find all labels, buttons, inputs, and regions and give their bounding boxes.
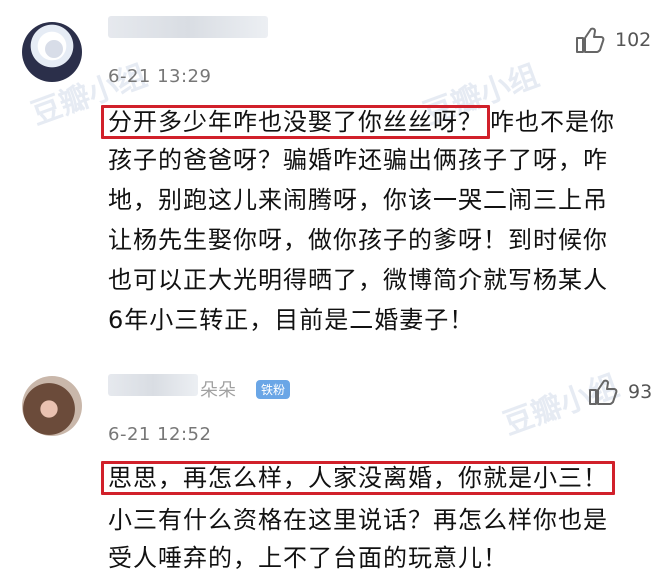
comment-time: 6-21 13:29 bbox=[108, 66, 212, 87]
comment-text-line: 小三有什么资格在这里说话？再怎么样你也是 bbox=[108, 506, 608, 534]
comment-item: 6-21 13:29 102 分开多少年咋也没娶了你丝丝呀？ 咋也不是你 孩子的爸… bbox=[0, 0, 660, 360]
comment-item: 朵朵 铁粉 6-21 12:52 93 思思，再怎么样，人家没离婚，你就是小三！… bbox=[0, 360, 660, 583]
highlighted-text: 思思，再怎么样，人家没离婚，你就是小三！ bbox=[101, 461, 615, 495]
thumbs-up-icon bbox=[575, 26, 605, 54]
comment-text-line: 孩子的爸爸呀？骗婚咋还骗出俩孩子了呀，咋 bbox=[108, 146, 608, 174]
username-blurred bbox=[108, 16, 268, 38]
comment-text-line: 地，别跑这儿来闹腾呀，你该一哭二闹三上吊 bbox=[108, 186, 608, 214]
avatar[interactable] bbox=[22, 376, 82, 436]
comment-text: 咋也不是你 bbox=[490, 108, 615, 136]
comment-time: 6-21 12:52 bbox=[108, 424, 212, 445]
like-button[interactable]: 93 bbox=[588, 378, 652, 406]
comment-text-line: 也可以正大光明得晒了，微博简介就写杨某人 bbox=[108, 266, 608, 294]
username[interactable]: 朵朵 bbox=[200, 376, 236, 402]
comment-text-line: 分开多少年咋也没娶了你丝丝呀？ 咋也不是你 bbox=[101, 104, 615, 140]
like-button[interactable]: 102 bbox=[575, 26, 651, 54]
comment-text-line: 思思，再怎么样，人家没离婚，你就是小三！ bbox=[101, 460, 615, 496]
thumbs-up-icon bbox=[588, 378, 618, 406]
like-count: 93 bbox=[628, 381, 653, 403]
username-blurred bbox=[108, 374, 198, 396]
comment-text-line: 6年小三转正，目前是二婚妻子！ bbox=[108, 306, 475, 334]
highlighted-text: 分开多少年咋也没娶了你丝丝呀？ bbox=[101, 105, 490, 139]
avatar[interactable] bbox=[22, 22, 82, 82]
like-count: 102 bbox=[615, 29, 652, 51]
comment-text-line: 受人唾弃的，上不了台面的玩意儿！ bbox=[108, 544, 508, 572]
fan-badge: 铁粉 bbox=[256, 380, 291, 399]
comment-text-line: 让杨先生娶你呀，做你孩子的爹呀！到时候你 bbox=[108, 226, 608, 254]
